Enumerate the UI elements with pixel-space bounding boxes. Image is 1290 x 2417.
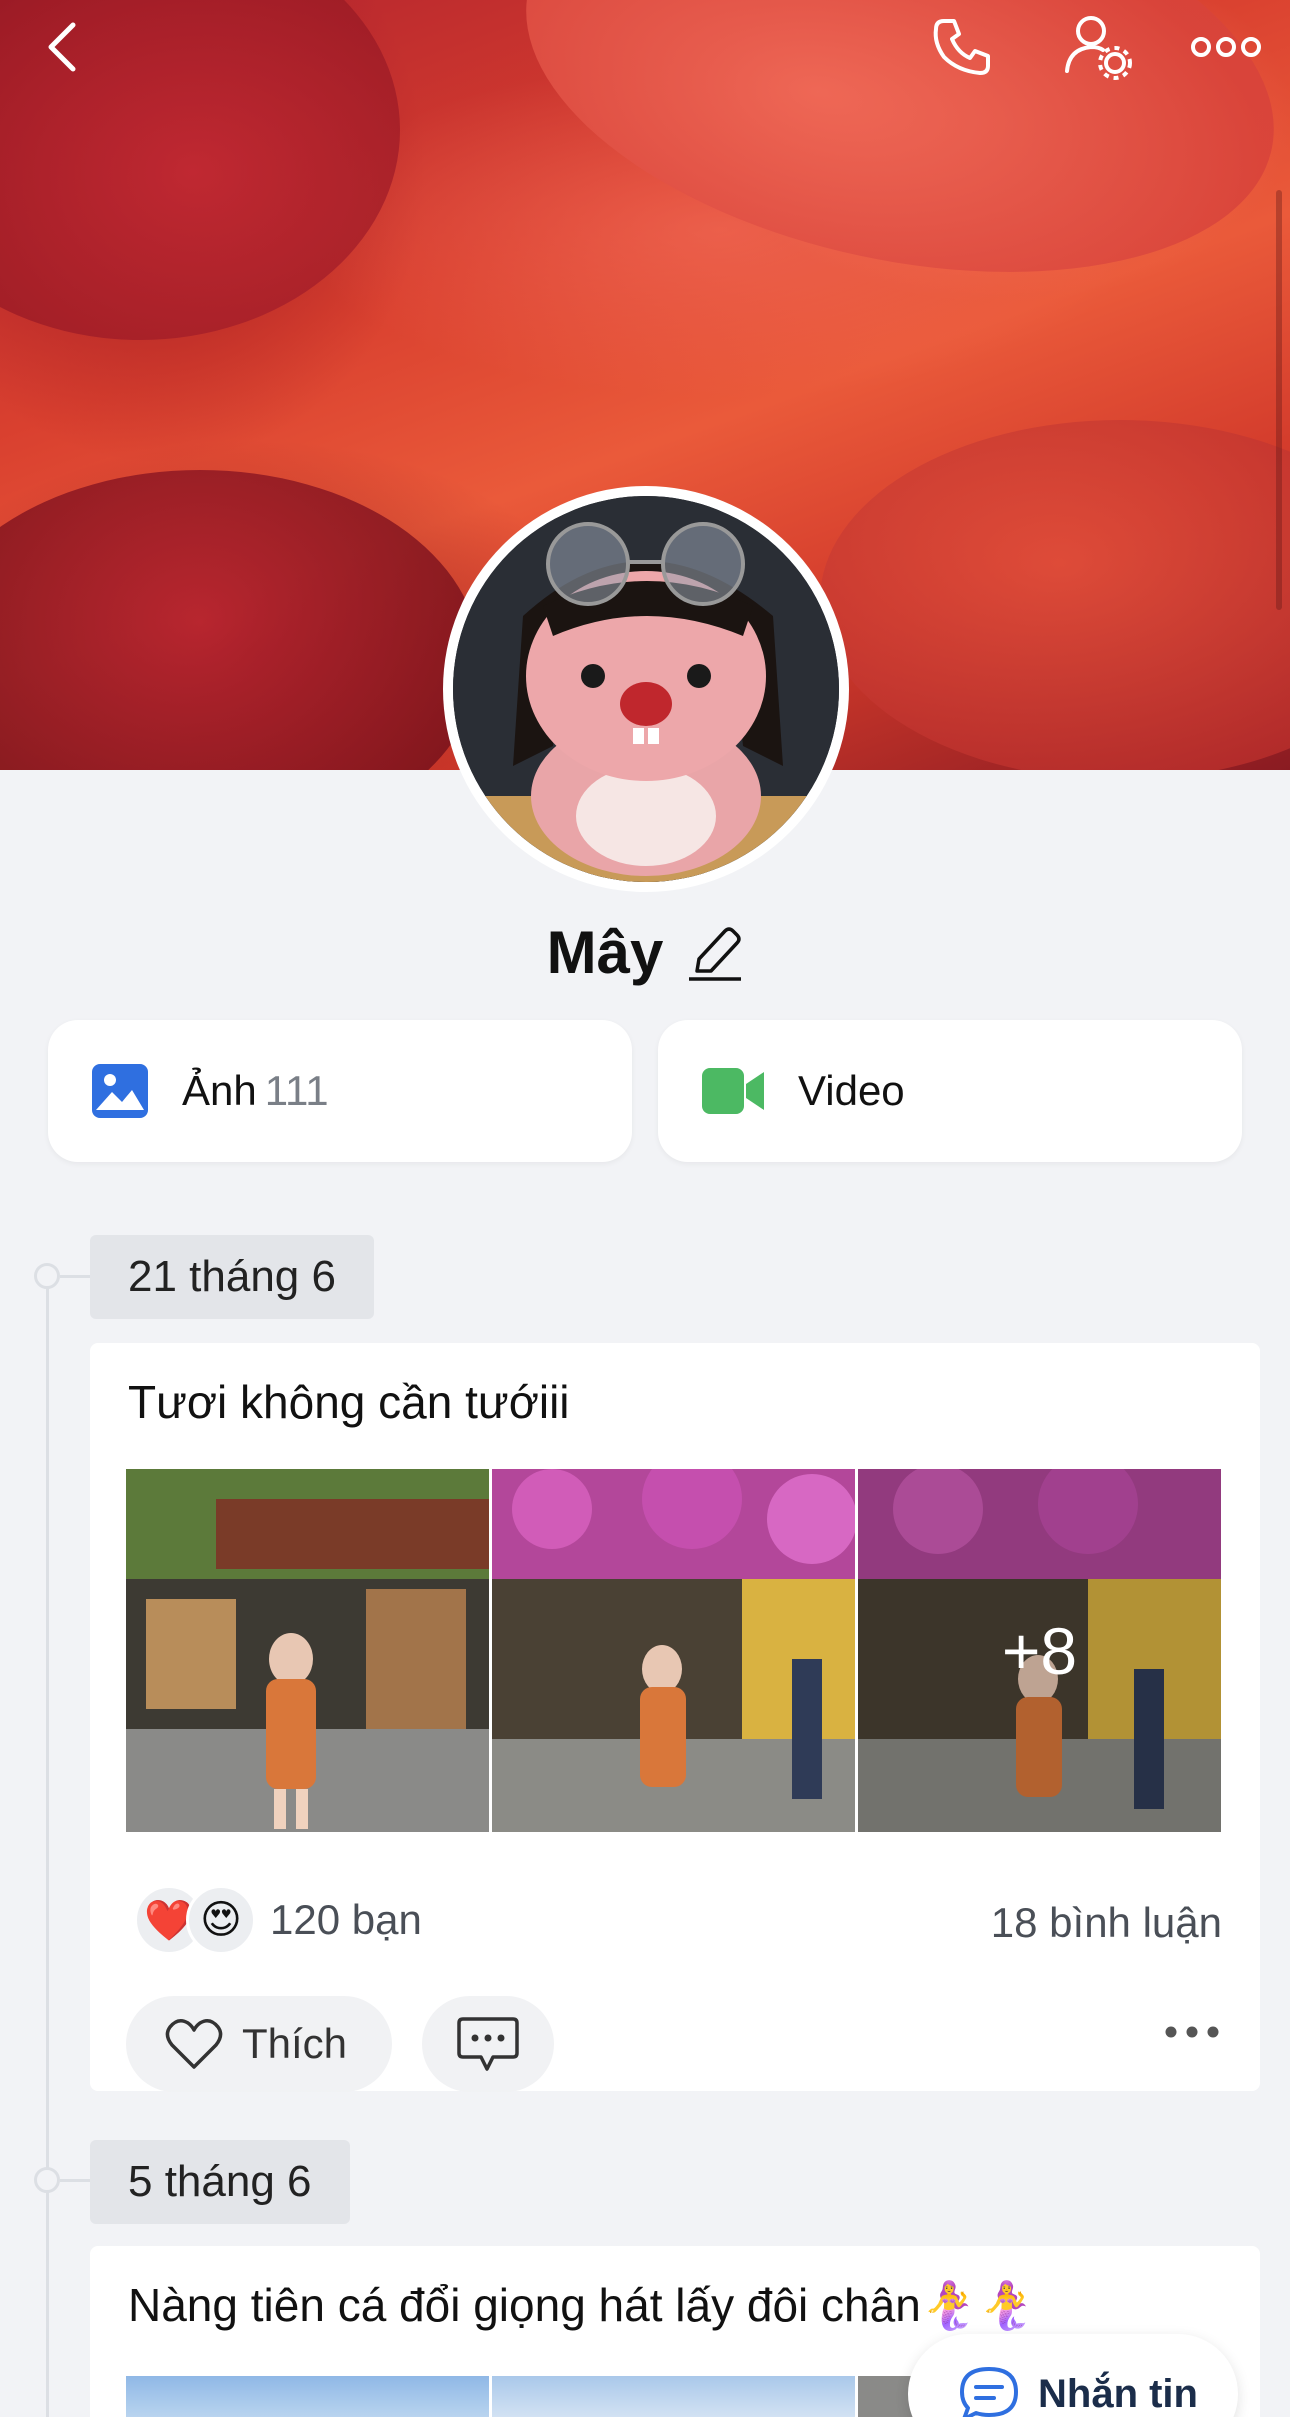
photos-count: 111 — [264, 1067, 329, 1114]
heart-icon — [165, 2019, 223, 2069]
more-button[interactable] — [1186, 12, 1266, 82]
heart-eyes-reaction-icon: 😍 — [186, 1885, 256, 1955]
post-text: Tươi không cần tướiii — [128, 1376, 570, 1428]
pencil-icon[interactable] — [687, 923, 743, 983]
more-horizontal-icon — [1191, 37, 1261, 57]
date-chip: 5 tháng 6 — [90, 2140, 350, 2224]
phone-icon — [933, 19, 990, 75]
comment-button[interactable] — [422, 1996, 554, 2092]
timeline-connector — [60, 2179, 90, 2182]
avatar-image — [453, 496, 839, 882]
photos-button[interactable]: Ảnh 111 — [48, 1020, 632, 1162]
profile-name: Mây — [546, 919, 664, 986]
photos-label: Ảnh — [182, 1067, 257, 1114]
more-photos-count: +8 — [858, 1469, 1221, 1832]
post-photo[interactable] — [492, 1469, 855, 1832]
post-card[interactable]: Tươi không cần tướiii +8 ❤️ 😍 120 bạn 18… — [90, 1343, 1260, 2092]
video-button[interactable]: Video — [658, 1020, 1242, 1162]
post-photo[interactable] — [126, 1469, 489, 1832]
video-label: Video — [798, 1067, 905, 1114]
timeline-line — [46, 1276, 49, 2417]
avatar[interactable] — [443, 486, 849, 892]
photos-label-row: Ảnh 111 — [182, 1067, 329, 1115]
post-photo[interactable] — [492, 2376, 855, 2417]
call-button[interactable] — [920, 12, 1004, 82]
date-chip: 21 tháng 6 — [90, 1235, 374, 1319]
video-camera-icon — [702, 1068, 764, 1114]
post-photo[interactable] — [126, 2376, 489, 2417]
chevron-left-icon — [48, 22, 76, 72]
comment-icon — [457, 2017, 519, 2071]
comment-count[interactable]: 18 bình luận — [991, 1899, 1222, 1947]
back-button[interactable] — [28, 12, 98, 82]
reaction-count: 120 bạn — [270, 1896, 422, 1943]
post-more-button[interactable] — [1164, 2025, 1220, 2044]
image-icon — [92, 1064, 148, 1118]
post-photo-more[interactable]: +8 — [858, 1469, 1221, 1832]
like-button[interactable]: Thích — [126, 1996, 392, 2092]
timeline-connector — [60, 1275, 90, 1278]
user-settings-icon — [1065, 16, 1132, 80]
reactions-summary[interactable]: ❤️ 😍 120 bạn — [134, 1885, 422, 1955]
scrollbar[interactable] — [1276, 190, 1282, 610]
more-horizontal-icon — [1165, 2026, 1219, 2038]
chat-bubble-icon — [960, 2367, 1018, 2417]
profile-settings-button[interactable] — [1054, 12, 1144, 82]
timeline-dot — [34, 1263, 60, 1289]
timeline-dot — [34, 2167, 60, 2193]
like-label: Thích — [242, 2020, 348, 2067]
profile-name-row: Mây — [0, 918, 1290, 987]
post-text: Nàng tiên cá đổi giọng hát lấy đôi chân🧜… — [128, 2279, 1036, 2331]
message-button-label: Nhắn tin — [1038, 2371, 1198, 2416]
message-button[interactable]: Nhắn tin — [908, 2334, 1238, 2417]
